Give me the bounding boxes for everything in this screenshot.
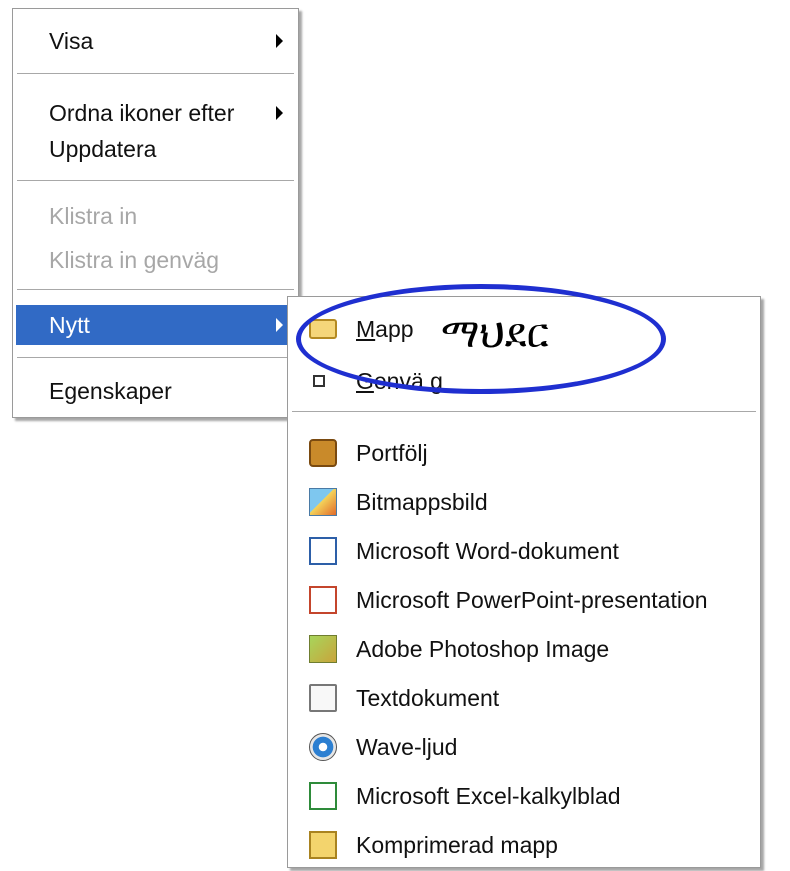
menu-separator [17, 73, 294, 74]
menu-separator [17, 289, 294, 290]
submenu-item-label: Microsoft PowerPoint-presentation [356, 586, 708, 613]
submenu-item-powerpoint[interactable]: Microsoft PowerPoint-presentation [291, 580, 757, 620]
text-document-icon [309, 684, 337, 712]
submenu-item-label: Mapp [356, 315, 414, 342]
submenu-item-label: Textdokument [356, 684, 500, 711]
submenu-item-label: Komprimerad mapp [356, 831, 558, 858]
submenu-item-bitmappsbild[interactable]: Bitmappsbild [291, 482, 757, 522]
submenu-item-wave[interactable]: Wave-ljud [291, 727, 757, 767]
bitmap-icon [309, 488, 337, 516]
submenu-item-label: Genvä g [356, 367, 443, 394]
submenu-item-textdokument[interactable]: Textdokument [291, 678, 757, 718]
submenu-item-komprimerad-mapp[interactable]: Komprimerad mapp [291, 825, 757, 865]
menu-separator [17, 357, 294, 358]
menu-item-uppdatera[interactable]: Uppdatera [16, 129, 295, 169]
submenu-item-portfolj[interactable]: Portfölj [291, 433, 757, 473]
new-submenu: Mapp Genvä g Portfölj Bitmappsbild Micro… [287, 296, 761, 868]
photoshop-icon [309, 635, 337, 663]
submenu-item-label: Portfölj [356, 439, 428, 466]
submenu-item-label: Microsoft Excel-kalkylblad [356, 782, 621, 809]
menu-item-ordna-ikoner[interactable]: Ordna ikoner efter [16, 93, 295, 133]
submenu-item-excel[interactable]: Microsoft Excel-kalkylblad [291, 776, 757, 816]
submenu-arrow-icon [276, 318, 283, 332]
submenu-item-label: Bitmappsbild [356, 488, 488, 515]
submenu-item-label: Wave-ljud [356, 733, 458, 760]
submenu-arrow-icon [276, 34, 283, 48]
wave-audio-icon [309, 733, 337, 761]
submenu-item-genvag[interactable]: Genvä g [291, 361, 757, 401]
powerpoint-icon [309, 586, 337, 614]
menu-item-label: Nytt [49, 311, 90, 338]
menu-item-label: Uppdatera [49, 135, 157, 162]
menu-item-klistra-in-genvag[interactable]: Klistra in genväg [16, 240, 295, 280]
briefcase-icon [309, 439, 337, 467]
excel-icon [309, 782, 337, 810]
submenu-item-word[interactable]: Microsoft Word-dokument [291, 531, 757, 571]
menu-separator [17, 180, 294, 181]
submenu-item-mapp[interactable]: Mapp [291, 309, 757, 349]
menu-item-nytt[interactable]: Nytt [16, 305, 295, 345]
context-menu: Visa Ordna ikoner efter Uppdatera Klistr… [12, 8, 299, 418]
menu-item-label: Egenskaper [49, 377, 172, 404]
menu-item-label: Visa [49, 27, 94, 54]
menu-item-egenskaper[interactable]: Egenskaper [16, 371, 295, 411]
submenu-item-label: Adobe Photoshop Image [356, 635, 610, 662]
menu-item-klistra-in[interactable]: Klistra in [16, 196, 295, 236]
menu-item-label: Klistra in [49, 202, 138, 229]
submenu-item-photoshop[interactable]: Adobe Photoshop Image [291, 629, 757, 669]
shortcut-icon [313, 375, 325, 387]
word-document-icon [309, 537, 337, 565]
menu-item-label: Ordna ikoner efter [49, 99, 235, 126]
menu-item-label: Klistra in genväg [49, 246, 220, 273]
menu-item-visa[interactable]: Visa [16, 21, 295, 61]
folder-icon [309, 319, 337, 339]
menu-separator [292, 411, 756, 412]
submenu-arrow-icon [276, 106, 283, 120]
submenu-item-label: Microsoft Word-dokument [356, 537, 619, 564]
zip-folder-icon [309, 831, 337, 859]
